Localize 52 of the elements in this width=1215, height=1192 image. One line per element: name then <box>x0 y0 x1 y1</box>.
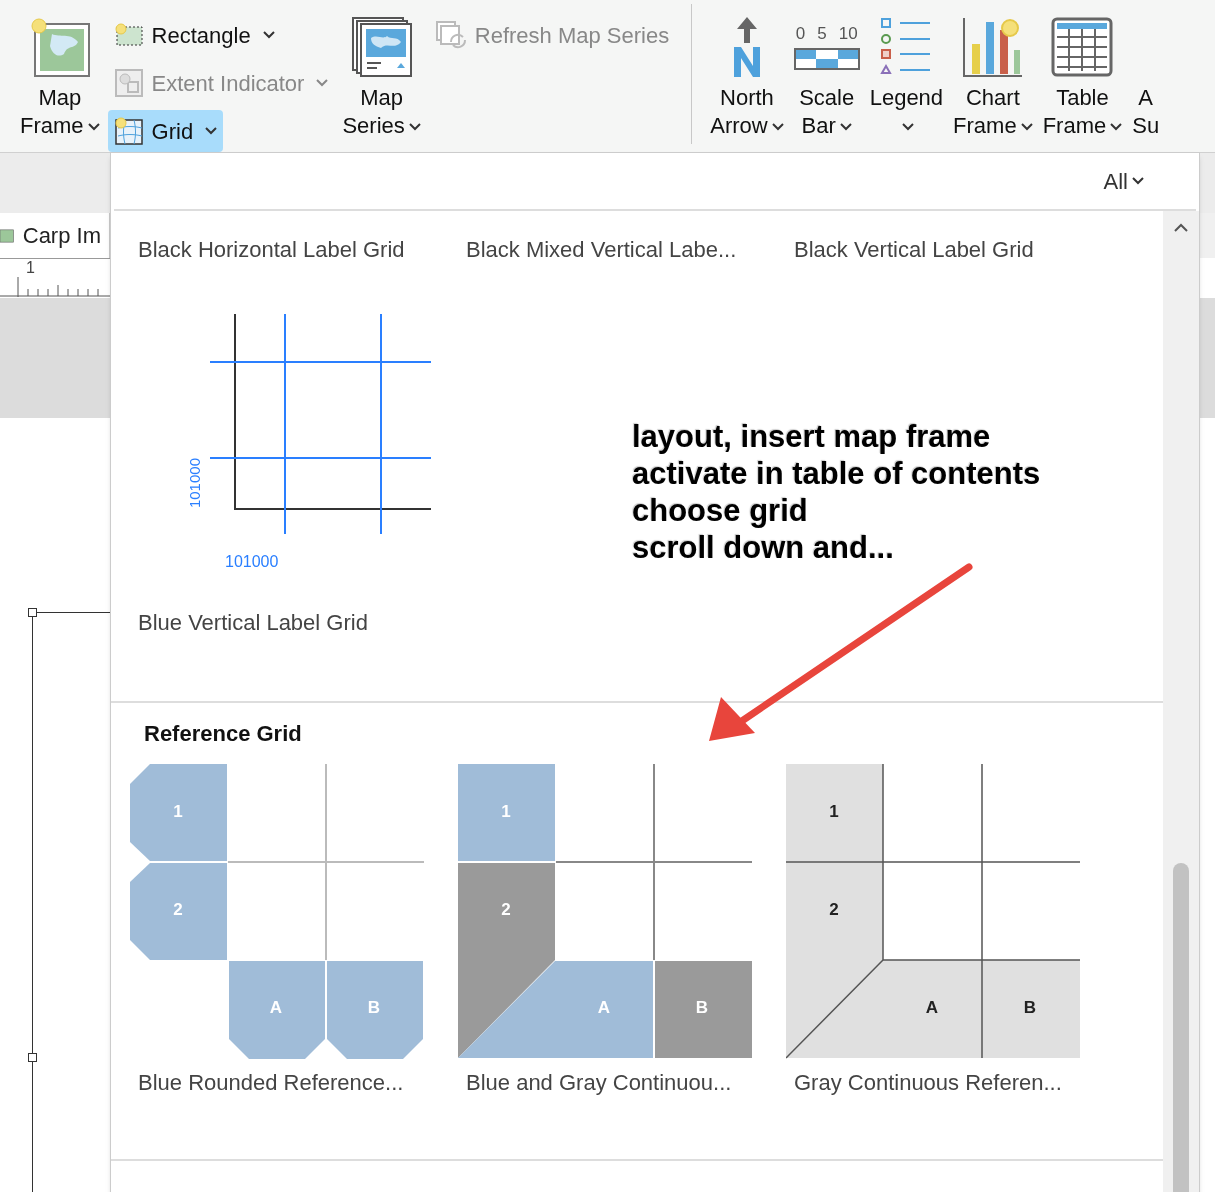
grid-cell: 1 <box>786 764 883 862</box>
ribbon-button[interactable]: North Arrow <box>708 10 786 140</box>
gallery-item-label[interactable]: Blue Rounded Reference... <box>138 1066 458 1099</box>
gallery-item-label[interactable]: Black Vertical Label Grid <box>794 233 1122 266</box>
annotation-text: layout, insert map frame activate in table of contents choose grid scroll down and... <box>632 418 1041 566</box>
scale-bar-icon <box>793 48 860 70</box>
grid-cell: B <box>327 961 423 1059</box>
rectangle-icon <box>113 22 144 48</box>
ribbon-button[interactable]: Chart Frame <box>951 10 1035 140</box>
gallery-item-label[interactable]: Black Mixed Vertical Labe... <box>466 233 794 266</box>
grid-cell: 2 <box>786 862 883 1058</box>
grid-cell: 1 <box>130 764 227 861</box>
ribbon-button[interactable]: Legend <box>867 10 946 140</box>
scrollbar[interactable] <box>1163 211 1199 1192</box>
grid-cell: 2 <box>458 863 555 1058</box>
grid-cell: A <box>458 961 653 1058</box>
filter-dropdown[interactable]: All <box>1103 164 1144 198</box>
scroll-up-icon[interactable] <box>1174 223 1188 233</box>
chart-icon <box>961 16 1024 78</box>
selection-handle[interactable] <box>28 1053 37 1062</box>
ribbon-button[interactable]: Map Series <box>340 10 423 140</box>
grid-cell: A <box>786 960 982 1058</box>
scrollbar-thumb[interactable] <box>1173 863 1189 1192</box>
ribbon-button[interactable]: Rectangle <box>107 14 281 56</box>
ribbon-button[interactable]: A Su <box>1130 10 1162 140</box>
extent-indicator-icon <box>113 68 144 98</box>
grid-cell: 1 <box>458 764 555 861</box>
grid-preview-drawing: 101000 101000 <box>185 310 435 578</box>
document-tab[interactable]: Carp Im <box>0 213 110 258</box>
refresh-icon <box>434 20 467 50</box>
gallery-item-label[interactable]: Gray Continuous Referen... <box>794 1066 1114 1099</box>
scale-number: 0 <box>795 24 806 44</box>
grid-cell: 2 <box>130 863 227 960</box>
ribbon-button[interactable]: Map Frame <box>18 10 102 140</box>
gallery-item-label[interactable]: Blue Vertical Label Grid <box>138 606 1163 639</box>
grid-cell: B <box>982 960 1080 1058</box>
gallery-item-label[interactable]: Blue and Gray Continuou... <box>466 1066 786 1099</box>
grid-cell: A <box>229 961 325 1059</box>
chevron-down-icon <box>1132 177 1144 185</box>
ribbon-button[interactable]: 0 5 10 Scale Bar <box>791 10 862 140</box>
gallery-item-label[interactable]: Black Horizontal Label Grid <box>138 233 466 266</box>
selection-handle[interactable] <box>28 608 37 617</box>
scale-number: 10 <box>838 24 858 44</box>
scale-number: 5 <box>817 24 827 44</box>
grid-cell: B <box>655 961 752 1058</box>
ribbon-button[interactable]: Table Frame <box>1040 10 1125 140</box>
table-icon <box>1051 17 1114 77</box>
section-heading: Reference Grid <box>144 720 303 748</box>
ribbon-button[interactable]: Grid <box>107 110 224 152</box>
ruler: 1 <box>0 258 110 298</box>
grid-icon <box>113 116 144 146</box>
map-series-icon <box>350 16 413 78</box>
